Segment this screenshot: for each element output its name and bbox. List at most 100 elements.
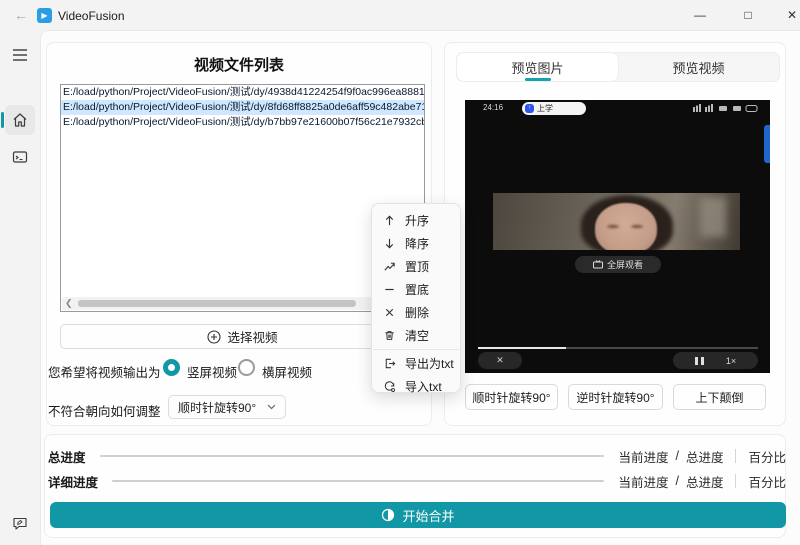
clear-trash-icon: [383, 329, 396, 342]
sidebar-item-command-tool[interactable]: [5, 142, 35, 172]
menu-separator: [373, 349, 459, 350]
app-title: VideoFusion: [58, 9, 125, 23]
menu-item-label: 删除: [405, 304, 429, 321]
preview-tabbar: 预览图片 预览视频: [456, 52, 780, 82]
tab-label: 预览图片: [511, 58, 563, 77]
menu-item-label: 清空: [405, 327, 429, 344]
divider: [735, 474, 736, 488]
radio-landscape-video[interactable]: [238, 359, 255, 376]
sidebar-item-feedback[interactable]: [5, 508, 35, 538]
progress-separator: /: [675, 449, 678, 463]
total-progress-text: 总进度: [686, 472, 724, 491]
back-button[interactable]: ←: [12, 7, 30, 23]
playback-speed[interactable]: 1×: [726, 356, 736, 366]
video-progress-track[interactable]: [478, 347, 758, 349]
preview-image[interactable]: 24:16 ↑ 上学 全屏观看 ✕ 1×: [465, 100, 770, 373]
output-question-label: 您希望将视频输出为: [48, 362, 161, 381]
tab-preview-image[interactable]: 预览图片: [457, 53, 618, 81]
tv-icon: [593, 260, 603, 269]
menu-item-label: 置底: [405, 281, 429, 298]
orientation-dropdown[interactable]: 顺时针旋转90°: [168, 395, 286, 419]
move-to-top-icon: [383, 260, 396, 273]
file-list-item[interactable]: E:/load/python/Project/VideoFusion/测试/dy…: [61, 85, 425, 100]
tab-preview-video[interactable]: 预览视频: [618, 53, 779, 81]
menu-item-label: 导出为txt: [405, 355, 454, 372]
context-menu: 升序 降序 置顶 置底 删除 清空 导出为txt 导入txt: [371, 203, 461, 393]
menu-item-sort-descending[interactable]: 降序: [372, 232, 460, 255]
phone-status-time: 24:16: [483, 103, 503, 112]
file-list-item-selected[interactable]: E:/load/python/Project/VideoFusion/测试/dy…: [61, 100, 425, 115]
menu-item-import-txt[interactable]: 导入txt: [372, 375, 460, 398]
menu-item-sort-ascending[interactable]: 升序: [372, 209, 460, 232]
flip-vertical-button[interactable]: 上下颠倒: [673, 384, 766, 410]
fullscreen-watch-label: 全屏观看: [607, 258, 643, 271]
move-to-bottom-icon: [383, 283, 396, 296]
current-progress-text: 当前进度: [618, 447, 668, 466]
total-progress-row: 总进度 当前进度 / 总进度 百分比: [48, 448, 786, 464]
playback-controls[interactable]: 1×: [673, 352, 758, 369]
tab-label: 预览视频: [672, 58, 724, 77]
menu-item-move-to-bottom[interactable]: 置底: [372, 278, 460, 301]
phone-status-badge: ↑ 上学: [522, 102, 586, 115]
maximize-button[interactable]: □: [726, 0, 770, 30]
menu-item-delete[interactable]: 删除: [372, 301, 460, 324]
radio-portrait-label[interactable]: 竖屏视频: [187, 362, 237, 381]
phone-side-blue-bar: [764, 125, 770, 163]
menu-item-label: 升序: [405, 212, 429, 229]
orientation-question-label: 不符合朝向如何调整: [48, 401, 161, 420]
file-list-title: 视频文件列表: [46, 54, 432, 75]
divider: [735, 449, 736, 463]
sidebar-item-settings[interactable]: [5, 538, 35, 545]
add-circle-icon: [207, 330, 221, 344]
menu-item-clear[interactable]: 清空: [372, 324, 460, 347]
menu-item-move-to-top[interactable]: 置顶: [372, 255, 460, 278]
badge-icon: ↑: [525, 104, 534, 113]
delete-icon: [383, 306, 396, 319]
menu-item-export-txt[interactable]: 导出为txt: [372, 352, 460, 375]
video-frame: [493, 193, 740, 250]
menu-item-label: 置顶: [405, 258, 429, 275]
sidebar: [0, 30, 40, 545]
menu-toggle-button[interactable]: [5, 40, 35, 70]
file-list-item[interactable]: E:/load/python/Project/VideoFusion/测试/dy…: [61, 115, 425, 130]
minimize-button[interactable]: —: [678, 0, 722, 30]
percent-text: 百分比: [748, 472, 786, 491]
close-button[interactable]: ✕: [770, 0, 800, 30]
progress-separator: /: [675, 474, 678, 488]
badge-text: 上学: [537, 103, 553, 114]
active-indicator: [1, 112, 4, 128]
sort-ascending-icon: [383, 214, 396, 227]
rotate-clockwise-button[interactable]: 顺时针旋转90°: [465, 384, 558, 410]
sidebar-item-home[interactable]: [5, 105, 35, 135]
chevron-down-icon: [267, 404, 276, 410]
scrollbar-thumb[interactable]: [78, 300, 356, 307]
pause-icon[interactable]: [695, 357, 704, 365]
app-logo-icon: ▶: [37, 8, 52, 23]
menu-item-label: 导入txt: [405, 378, 442, 395]
select-video-label: 选择视频: [227, 327, 277, 346]
start-merge-button[interactable]: 开始合并: [50, 502, 786, 528]
person-eye: [607, 225, 619, 228]
background-light: [700, 197, 726, 237]
phone-status-icons: [693, 104, 759, 113]
video-progress-played: [478, 347, 566, 349]
radio-landscape-label[interactable]: 横屏视频: [262, 362, 312, 381]
detail-progress-label: 详细进度: [48, 472, 98, 491]
hamburger-icon: [12, 49, 28, 61]
fullscreen-watch-button[interactable]: 全屏观看: [575, 256, 661, 273]
app-window: ← ▶ VideoFusion — □ ✕ 视频文件列表 E:/load/pyt…: [0, 0, 800, 545]
person-face: [595, 203, 657, 250]
radio-portrait-video[interactable]: [163, 359, 180, 376]
exit-fullscreen-button[interactable]: ✕: [478, 352, 522, 369]
person-eye: [631, 225, 643, 228]
total-progress-bar: [100, 455, 605, 457]
merge-icon: [381, 508, 395, 522]
titlebar: ← ▶ VideoFusion — □ ✕: [0, 0, 800, 30]
current-progress-text: 当前进度: [618, 472, 668, 491]
rotate-counterclockwise-button[interactable]: 逆时针旋转90°: [568, 384, 663, 410]
scroll-left-arrow-icon[interactable]: ❮: [65, 297, 73, 310]
total-progress-label: 总进度: [48, 447, 86, 466]
export-icon: [383, 357, 396, 370]
feedback-icon: [12, 515, 28, 531]
horizontal-scrollbar[interactable]: ❮: [62, 297, 423, 310]
